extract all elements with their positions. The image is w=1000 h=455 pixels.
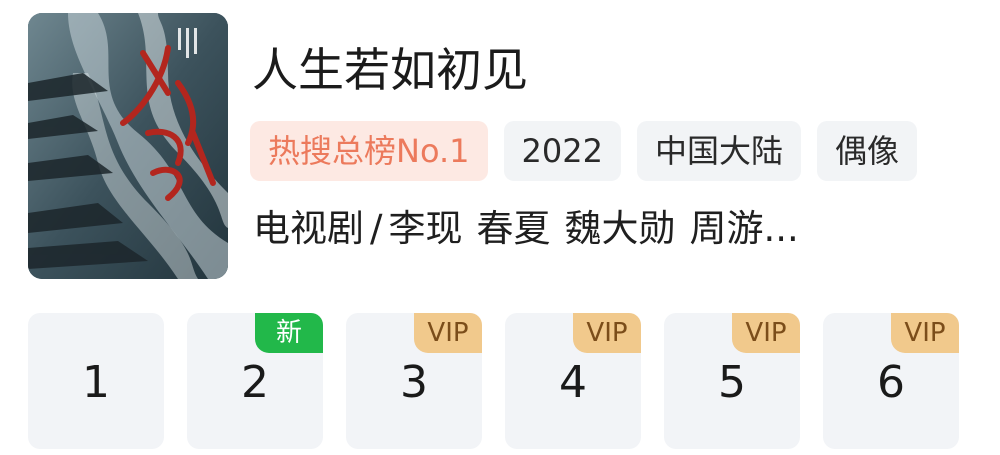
episode-number: 4 <box>559 357 587 408</box>
actor-name: 李现 <box>388 207 463 250</box>
region-tag: 中国大陆 <box>636 121 801 181</box>
hot-rank-tag[interactable]: 热搜总榜No.1 <box>250 121 488 181</box>
vip-badge: VIP <box>573 313 641 353</box>
show-meta: 电视剧 / 李现 春夏 魏大勋 周游... <box>253 203 813 255</box>
actor-name: 春夏 <box>476 207 551 250</box>
episode-button-3[interactable]: VIP 3 <box>346 313 482 449</box>
episode-number: 1 <box>82 357 110 408</box>
episode-number: 6 <box>877 357 905 408</box>
show-tags: 热搜总榜No.1 2022 中国大陆 偶像 <box>250 121 917 181</box>
show-title: 人生若如初见 <box>252 43 528 97</box>
year-tag: 2022 <box>503 121 621 181</box>
vip-badge: VIP <box>732 313 800 353</box>
episode-button-2[interactable]: 新 2 <box>187 313 323 449</box>
episode-number: 3 <box>400 357 428 408</box>
poster-image <box>28 13 228 279</box>
episode-list: 1 新 2 VIP 3 VIP 4 VIP 5 VIP 6 <box>28 313 959 449</box>
episode-number: 2 <box>241 357 269 408</box>
genre-tag: 偶像 <box>816 121 917 181</box>
episode-button-6[interactable]: VIP 6 <box>823 313 959 449</box>
episode-number: 5 <box>718 357 746 408</box>
actor-name: 周游... <box>689 207 799 250</box>
episode-button-4[interactable]: VIP 4 <box>505 313 641 449</box>
new-badge: 新 <box>255 313 323 353</box>
vip-badge: VIP <box>414 313 482 353</box>
show-type: 电视剧 <box>253 207 364 250</box>
show-poster[interactable] <box>28 13 228 279</box>
episode-button-1[interactable]: 1 <box>28 313 164 449</box>
meta-separator: / <box>370 207 383 250</box>
actor-name: 魏大勋 <box>564 207 676 250</box>
episode-button-5[interactable]: VIP 5 <box>664 313 800 449</box>
vip-badge: VIP <box>891 313 959 353</box>
